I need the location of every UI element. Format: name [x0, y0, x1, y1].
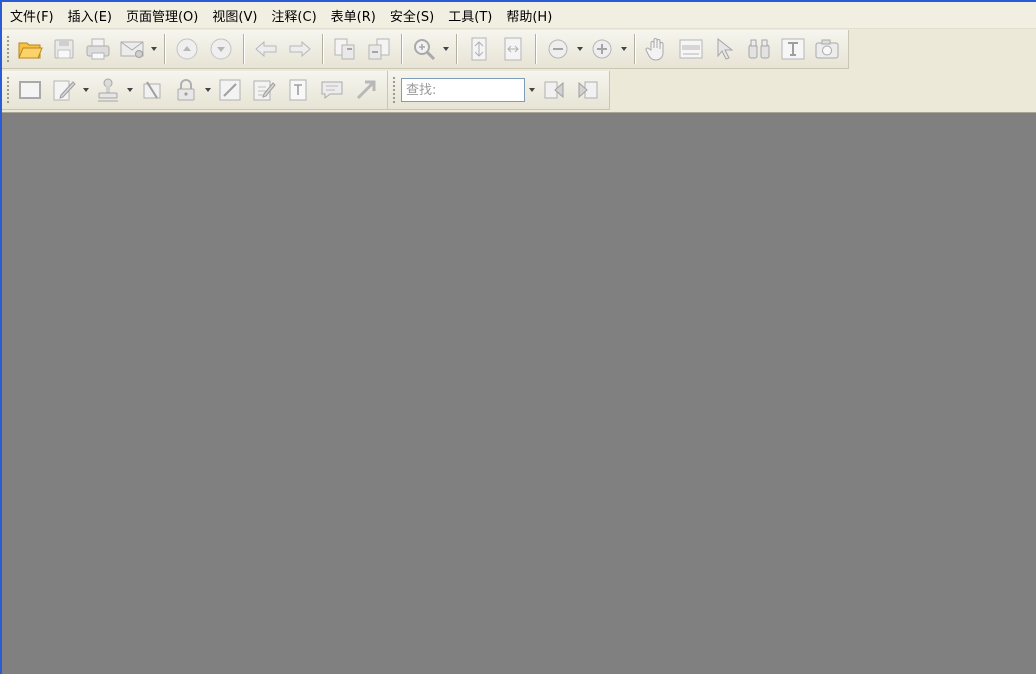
previous-page-icon[interactable]: [170, 32, 204, 66]
toolbar-row-1: [2, 29, 1036, 70]
lock-icon[interactable]: [169, 73, 203, 107]
insert-pages-icon[interactable]: [362, 32, 396, 66]
menu-file[interactable]: 文件(F): [8, 4, 62, 27]
stamp-icon[interactable]: [91, 73, 125, 107]
find-toolbar: [388, 71, 610, 110]
rectangle-icon[interactable]: [13, 73, 47, 107]
back-icon[interactable]: [249, 32, 283, 66]
menu-tools[interactable]: 工具(T): [446, 4, 500, 27]
binoculars-icon[interactable]: [742, 32, 776, 66]
toolbar-separator: [634, 34, 635, 64]
pointer-icon[interactable]: [708, 32, 742, 66]
attach-icon[interactable]: [135, 73, 169, 107]
email-dropdown[interactable]: [149, 32, 159, 66]
typewriter-icon[interactable]: [776, 32, 810, 66]
toolbar-row-2: [2, 70, 1036, 111]
next-page-icon[interactable]: [204, 32, 238, 66]
toolbar-separator: [456, 34, 457, 64]
find-input[interactable]: [401, 78, 525, 102]
toolbar-grip[interactable]: [6, 76, 10, 104]
note-dropdown[interactable]: [81, 73, 91, 107]
save-icon[interactable]: [47, 32, 81, 66]
toolbar-grip[interactable]: [392, 76, 396, 104]
email-icon[interactable]: [115, 32, 149, 66]
toolbar-separator: [401, 34, 402, 64]
annotation-toolbar: [2, 71, 388, 110]
app-window: 文件(F) 插入(E) 页面管理(O) 视图(V) 注释(C) 表单(R) 安全…: [0, 0, 1036, 674]
lock-dropdown[interactable]: [203, 73, 213, 107]
textbox-icon[interactable]: [281, 73, 315, 107]
stamp-dropdown[interactable]: [125, 73, 135, 107]
find-prev-icon[interactable]: [537, 73, 571, 107]
menu-form[interactable]: 表单(R): [329, 4, 384, 27]
sign-icon[interactable]: [213, 73, 247, 107]
zoom-out-icon[interactable]: [541, 32, 575, 66]
toolbar-grip[interactable]: [6, 35, 10, 63]
zoom-plus-icon[interactable]: [585, 32, 619, 66]
extract-pages-icon[interactable]: [328, 32, 362, 66]
menu-page-management[interactable]: 页面管理(O): [124, 4, 206, 27]
zoom-dropdown[interactable]: [441, 32, 451, 66]
toolbar-area: [2, 29, 1036, 113]
find-next-icon[interactable]: [571, 73, 605, 107]
edit-doc-icon[interactable]: [247, 73, 281, 107]
document-workspace[interactable]: [2, 113, 1036, 674]
print-icon[interactable]: [81, 32, 115, 66]
text-select-icon[interactable]: [674, 32, 708, 66]
open-folder-icon[interactable]: [13, 32, 47, 66]
find-dropdown[interactable]: [527, 73, 537, 107]
toolbar-separator: [322, 34, 323, 64]
zoom-out-dropdown[interactable]: [575, 32, 585, 66]
menu-bar: 文件(F) 插入(E) 页面管理(O) 视图(V) 注释(C) 表单(R) 安全…: [2, 2, 1036, 29]
menu-security[interactable]: 安全(S): [388, 4, 442, 27]
arrow-icon[interactable]: [349, 73, 383, 107]
menu-comment[interactable]: 注释(C): [269, 4, 324, 27]
toolbar-separator: [535, 34, 536, 64]
zoom-plus-dropdown[interactable]: [619, 32, 629, 66]
comment-icon[interactable]: [315, 73, 349, 107]
main-toolbar: [2, 30, 849, 69]
hand-tool-icon[interactable]: [640, 32, 674, 66]
toolbar-separator: [164, 34, 165, 64]
note-pencil-icon[interactable]: [47, 73, 81, 107]
find-box: [401, 78, 525, 102]
menu-insert[interactable]: 插入(E): [66, 4, 120, 27]
fit-page-icon[interactable]: [462, 32, 496, 66]
forward-icon[interactable]: [283, 32, 317, 66]
menu-view[interactable]: 视图(V): [210, 4, 265, 27]
zoom-in-icon[interactable]: [407, 32, 441, 66]
toolbar-separator: [243, 34, 244, 64]
menu-help[interactable]: 帮助(H): [504, 4, 560, 27]
snapshot-camera-icon[interactable]: [810, 32, 844, 66]
fit-width-icon[interactable]: [496, 32, 530, 66]
